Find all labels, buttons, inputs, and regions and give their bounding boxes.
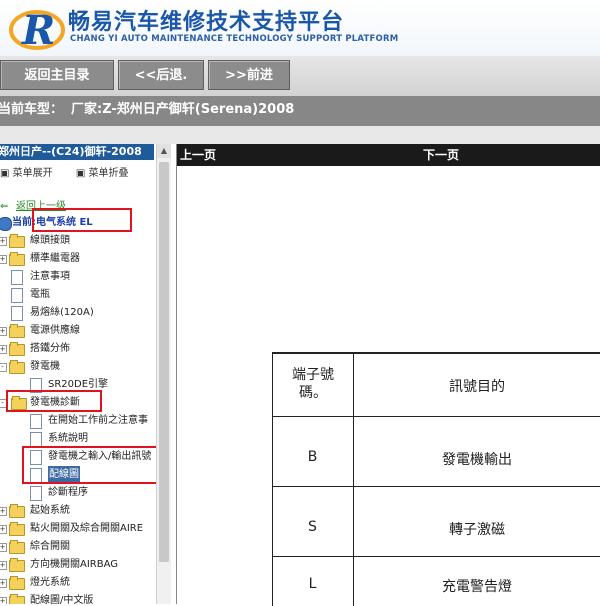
- expand-plus-icon: +: [0, 327, 7, 336]
- tree-item-folder[interactable]: + 標準繼電器: [0, 250, 156, 268]
- document-icon: [30, 432, 42, 447]
- tree-item-folder[interactable]: - 發電機: [0, 358, 156, 376]
- globe-icon: [0, 217, 12, 231]
- expand-plus-icon: +: [0, 345, 7, 354]
- table-border: [272, 354, 273, 606]
- back-button[interactable]: <<后退.: [118, 60, 204, 90]
- annotation-box: [6, 390, 102, 412]
- table-cell-purpose: 充電警告燈: [442, 579, 512, 595]
- back-arrow-icon: ⇐: [0, 201, 9, 212]
- vehicle-bar: 当前车型： 厂家:Z-郑州日产御轩(Serena)2008: [0, 96, 600, 126]
- table-divider: [272, 486, 600, 487]
- folder-icon: [9, 594, 25, 604]
- tree-item-folder[interactable]: + 點火開關及綜合開關AIRE: [0, 520, 156, 538]
- folder-icon: [9, 540, 25, 554]
- forward-button[interactable]: >>前进: [208, 60, 290, 90]
- vehicle-value: 厂家:Z-郑州日产御轩(Serena)2008: [71, 102, 295, 117]
- tree-item-doc[interactable]: 注意事項: [0, 268, 156, 286]
- expand-plus-icon: +: [0, 597, 7, 604]
- expand-plus-icon: +: [0, 579, 7, 588]
- tree-item-folder[interactable]: + 線頭接頭: [0, 232, 156, 250]
- header-banner: R 畅易汽车维修技术支持平台 CHANG YI AUTO MAINTENANCE…: [0, 0, 600, 56]
- menu-collapse-link[interactable]: ▣ 菜单折叠: [76, 168, 139, 179]
- folder-icon: [9, 522, 25, 536]
- folder-icon: [9, 504, 25, 518]
- page-nav-bar: 上一页 下一页: [177, 144, 600, 166]
- folder-icon: [9, 324, 25, 338]
- tree-item-doc[interactable]: 電瓶: [0, 286, 156, 304]
- tree-scrollbar[interactable]: ▲: [156, 144, 171, 604]
- table-cell-terminal: L: [308, 576, 317, 592]
- tree-item-doc[interactable]: 在開始工作前之注意事: [0, 412, 156, 430]
- folder-icon: [9, 558, 25, 572]
- terminal-table: 端子號碼。 訊號目的 B 發電機輸出 S 轉子激磁 L 充電警告燈: [272, 352, 600, 606]
- expand-plus-icon: +: [0, 255, 7, 264]
- table-divider: [272, 556, 600, 557]
- expand-plus-icon: +: [0, 507, 7, 516]
- tree-item-folder[interactable]: + 燈光系統: [0, 574, 156, 592]
- vehicle-label: 当前车型：: [0, 102, 64, 117]
- table-cell-purpose: 轉子激磁: [449, 522, 505, 538]
- table-divider: [272, 416, 600, 417]
- folder-icon: [9, 342, 25, 356]
- folder-icon: [9, 576, 25, 590]
- toolbar: 返回主目录 <<后退. >>前进: [0, 56, 600, 96]
- next-page-link[interactable]: 下一页: [423, 144, 459, 166]
- folder-open-icon: [9, 360, 25, 374]
- tree-item-doc[interactable]: 診斷程序: [0, 484, 156, 502]
- tree-item-folder[interactable]: + 綜合開關: [0, 538, 156, 556]
- scroll-thumb[interactable]: [159, 162, 169, 562]
- divider: [0, 126, 600, 144]
- platform-title: 畅易汽车维修技术支持平台: [68, 10, 345, 35]
- document-icon: [11, 270, 23, 285]
- table-header-terminal: 端子號碼。: [292, 367, 334, 401]
- menu-expand-link[interactable]: ▣ 菜单展开: [0, 168, 63, 179]
- table-cell-terminal: S: [308, 519, 317, 535]
- document-icon: [30, 414, 42, 429]
- brand-logo-icon: R: [9, 7, 65, 52]
- document-icon: [11, 306, 23, 321]
- expand-plus-icon: +: [0, 237, 7, 246]
- annotation-box: [32, 208, 132, 232]
- table-cell-purpose: 發電機輸出: [442, 452, 512, 468]
- tree-item-folder[interactable]: + 電源供應線: [0, 322, 156, 340]
- home-button[interactable]: 返回主目录: [0, 60, 114, 90]
- tree-panel: 郑州日产--(C24)御轩-2008 ▣ 菜单展开 ▣ 菜单折叠 ⇐ 返回上一级…: [0, 144, 172, 604]
- tree-item-folder[interactable]: + 方向機開關AIRBAG: [0, 556, 156, 574]
- document-icon: [30, 486, 42, 501]
- annotation-box: [22, 446, 170, 484]
- document-icon: [11, 288, 23, 303]
- tree-item-folder[interactable]: + 配線圖/中文版: [0, 592, 156, 604]
- tree-tools: ▣ 菜单展开 ▣ 菜单折叠: [0, 164, 148, 179]
- svg-text:R: R: [21, 7, 55, 52]
- tree-item-doc[interactable]: 易熔絲(120A): [0, 304, 156, 322]
- table-cell-terminal: B: [307, 449, 318, 465]
- folder-icon: [9, 252, 25, 266]
- platform-title-en: CHANG YI AUTO MAINTENANCE TECHNOLOGY SUP…: [70, 34, 399, 44]
- expand-plus-icon: +: [0, 543, 7, 552]
- expand-plus-icon: +: [0, 561, 7, 570]
- table-header-purpose: 訊號目的: [449, 379, 505, 395]
- expand-plus-icon: +: [0, 525, 7, 534]
- folder-icon: [9, 234, 25, 248]
- prev-page-link[interactable]: 上一页: [180, 144, 216, 166]
- tree-item-folder[interactable]: + 搭鐵分佈: [0, 340, 156, 358]
- tree-item-folder[interactable]: + 起始系統: [0, 502, 156, 520]
- tree-header: 郑州日产--(C24)御轩-2008: [0, 144, 154, 160]
- scroll-up-icon[interactable]: ▲: [157, 144, 171, 158]
- collapse-minus-icon: -: [0, 363, 7, 372]
